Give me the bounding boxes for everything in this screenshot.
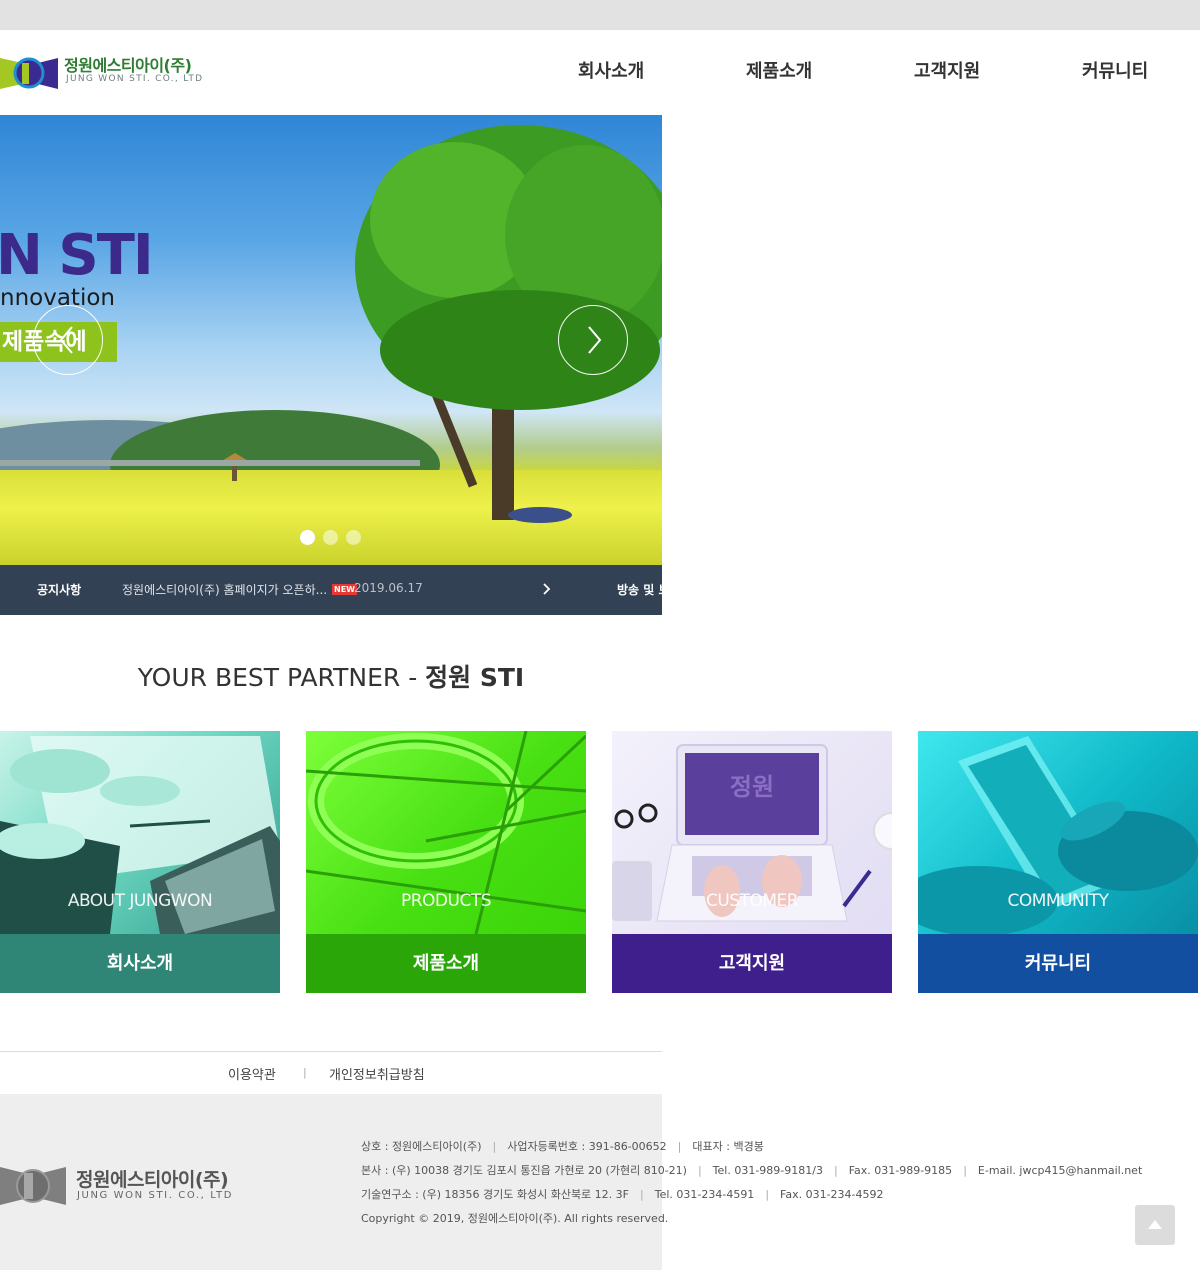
footer-info-line-1: 상호 : 정원에스티아이(주) | 사업자등록번호 : 391-86-00652 | 대…	[361, 1138, 764, 1154]
footer-ceo: 대표자 : 백경봉	[692, 1140, 764, 1153]
footer-hq-address: 본사 : (우) 10038 경기도 김포시 통진읍 가현로 20 (가현리 8…	[361, 1164, 687, 1177]
terms-link[interactable]: 이용약관	[228, 1064, 276, 1083]
logo-company-english: JUNG WON STI. CO., LTD	[66, 74, 204, 84]
footer-logo-english: JUNG WON STI. CO., LTD	[77, 1190, 234, 1201]
card-community-title: 커뮤니티	[918, 934, 1198, 993]
site-header: 정원에스티아이(주) JUNG WON STI. CO., LTD 회사소개 제…	[0, 30, 1200, 115]
logo-emblem-icon	[0, 57, 58, 89]
chevron-left-icon	[59, 326, 73, 354]
slider-dot-2[interactable]	[323, 530, 338, 545]
logo-company-name: 정원에스티아이(주)	[64, 56, 192, 75]
top-bar	[0, 0, 1200, 30]
footer-company: 상호 : 정원에스티아이(주)	[361, 1140, 482, 1153]
card-customer-english: CUSTOMER	[705, 891, 799, 911]
arrow-up-icon	[1148, 1220, 1162, 1229]
nav-community[interactable]: 커뮤니티	[1082, 57, 1148, 83]
card-customer-title: 고객지원	[612, 934, 892, 993]
footer-link-separator: |	[303, 1066, 307, 1079]
footer-lab-fax: Fax. 031-234-4592	[780, 1188, 884, 1201]
footer-links: 이용약관 | 개인정보취급방침	[0, 1051, 662, 1094]
hero-prev-button[interactable]	[33, 305, 103, 375]
card-customer[interactable]: 정원 CUSTOMER 고객지원	[612, 731, 892, 993]
card-products-title: 제품소개	[306, 934, 586, 993]
footer-hq-fax: Fax. 031-989-9185	[848, 1164, 953, 1177]
notice-label-secondary: 방송 및 보	[617, 583, 662, 597]
footer-separator: |	[765, 1188, 770, 1201]
laptop-screen-text: 정원	[729, 773, 775, 801]
notice-bar: 공지사항 정원에스티아이(주) 홈페이지가 오픈하... NEW 2019.06…	[0, 565, 662, 615]
notice-next-button[interactable]	[538, 577, 556, 601]
card-about-english: ABOUT JUNGWON	[67, 891, 213, 911]
partner-heading: YOUR BEST PARTNER - 정원 STI	[0, 658, 662, 694]
card-products-english: PRODUCTS	[400, 891, 492, 911]
hero-slider: N STI nnovation 제품속에	[0, 115, 662, 565]
notice-link[interactable]: 정원에스티아이(주) 홈페이지가 오픈하...	[122, 581, 327, 598]
privacy-policy-link[interactable]: 개인정보취급방침	[329, 1064, 425, 1083]
slider-dot-1[interactable]	[300, 530, 315, 545]
footer-lab-tel: Tel. 031-234-4591	[654, 1188, 755, 1201]
footer-separator: |	[833, 1164, 838, 1177]
notice-label: 공지사항	[37, 583, 82, 597]
footer-separator: |	[492, 1140, 497, 1153]
footer-separator: |	[677, 1140, 682, 1153]
chevron-right-icon	[588, 326, 602, 354]
nav-products[interactable]: 제품소개	[746, 57, 812, 83]
slider-dot-3[interactable]	[346, 530, 361, 545]
card-about[interactable]: ABOUT JUNGWON 회사소개	[0, 731, 280, 993]
footer-separator: |	[963, 1164, 967, 1177]
site-logo[interactable]: 정원에스티아이(주) JUNG WON STI. CO., LTD	[0, 50, 210, 94]
footer-logo-emblem-icon	[0, 1167, 66, 1205]
footer-business-number: 사업자등록번호 : 391-86-00652	[507, 1140, 667, 1153]
nav-support[interactable]: 고객지원	[914, 57, 980, 83]
hero-title: N STI	[0, 223, 154, 288]
partner-heading-highlight: 정원 STI	[425, 663, 525, 692]
footer-lab-address: 기술연구소 : (우) 18356 경기도 화성시 화산북로 12. 3F	[361, 1188, 629, 1201]
nav-about[interactable]: 회사소개	[578, 57, 644, 83]
hero-next-button[interactable]	[558, 305, 628, 375]
card-community-english: COMMUNITY	[1007, 891, 1109, 911]
footer-info-line-3: 기술연구소 : (우) 18356 경기도 화성시 화산북로 12. 3F | Te…	[361, 1186, 884, 1202]
partner-heading-prefix: YOUR BEST PARTNER -	[137, 663, 426, 692]
card-community[interactable]: COMMUNITY 커뮤니티	[918, 731, 1198, 993]
footer-separator: |	[640, 1188, 644, 1201]
footer-separator: |	[697, 1164, 702, 1177]
footer-hq-tel: Tel. 031-989-9181/3	[712, 1164, 823, 1177]
slider-dots	[300, 530, 370, 546]
chevron-right-icon	[543, 583, 551, 595]
scroll-top-button[interactable]	[1135, 1205, 1175, 1245]
card-products[interactable]: PRODUCTS 제품소개	[306, 731, 586, 993]
footer-logo-name: 정원에스티아이(주)	[76, 1169, 229, 1191]
footer-logo[interactable]: 정원에스티아이(주) JUNG WON STI. CO., LTD	[0, 1163, 245, 1208]
footer-info-line-2: 본사 : (우) 10038 경기도 김포시 통진읍 가현로 20 (가현리 8…	[361, 1162, 1142, 1178]
notice-date: 2019.06.17	[354, 581, 423, 595]
footer-copyright: Copyright © 2019, 정원에스티아이(주). All rights…	[361, 1212, 669, 1225]
main-nav: 회사소개 제품소개 고객지원 커뮤니티	[560, 57, 1200, 87]
footer-email: E-mail. jwcp415@hanmail.net	[977, 1164, 1143, 1177]
card-about-title: 회사소개	[0, 934, 280, 993]
